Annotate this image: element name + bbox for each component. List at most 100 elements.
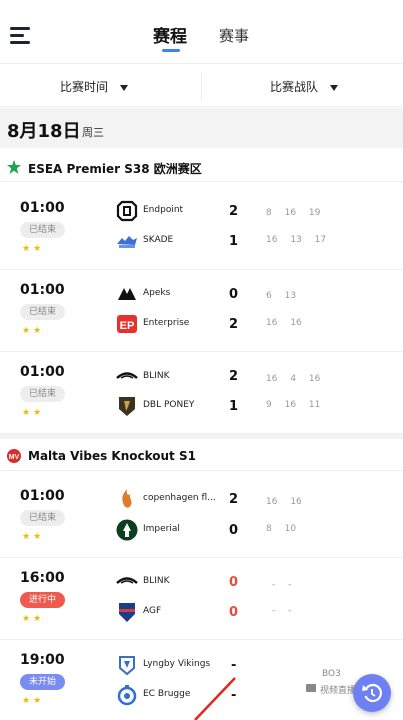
team-name: SKADE (143, 235, 174, 245)
map-scores: 8 10 (266, 524, 297, 534)
blink-logo-icon (116, 372, 138, 379)
star-rating: ★★ (22, 408, 45, 418)
match-time: 01:00 (20, 200, 65, 216)
menu-icon[interactable] (10, 25, 32, 45)
tab-schedule[interactable]: 赛程 (153, 22, 187, 47)
apeks-logo-icon (118, 288, 136, 300)
caret-down-icon (330, 84, 339, 91)
league-header[interactable]: ESEA Premier S38 欧洲赛区 (0, 152, 403, 182)
team-score: 2 (229, 317, 239, 332)
filter-divider (201, 72, 202, 100)
lyngby-vikings-logo-icon (119, 656, 135, 676)
refresh-button[interactable] (353, 674, 391, 712)
copenhagen-flames-logo-icon (122, 489, 132, 508)
status-badge: 已结束 (20, 510, 66, 526)
team-score: 0 (229, 605, 239, 620)
status-badge: 已结束 (20, 304, 66, 320)
star-rating: ★★ (22, 532, 45, 542)
filter-match-time-label: 比赛时间 (60, 80, 109, 94)
map-scores: 8 16 19 (266, 208, 321, 218)
team-score: 2 (229, 492, 239, 507)
match-row[interactable]: 01:00 已结束 ★★ copenhagen fl... Imperial 2… (0, 476, 403, 558)
video-icon (306, 684, 316, 692)
schedule-page: 赛程 赛事 比赛时间 比赛战队 8月18日 周三 ESEA Premier S3… (0, 0, 403, 720)
ec-brugge-logo-icon (117, 685, 137, 706)
team-name: AGF (143, 606, 162, 616)
star-rating: ★★ (22, 326, 45, 336)
match-time: 01:00 (20, 282, 65, 298)
team-name: Lyngby Vikings (143, 659, 211, 669)
weekday-label: 周三 (82, 126, 104, 139)
imperial-logo-icon (116, 519, 138, 541)
filter-match-time[interactable]: 比赛时间 (60, 78, 129, 95)
svg-text:EP: EP (120, 320, 135, 332)
map-scores: - - (272, 580, 292, 590)
status-badge: 已结束 (20, 386, 66, 402)
filter-bar: 比赛时间 比赛战队 (0, 63, 403, 107)
team-row: BLINK (116, 366, 246, 388)
map-scores: 16 4 16 (266, 374, 321, 384)
team-name: BLINK (143, 371, 170, 381)
refresh-icon (362, 683, 382, 703)
svg-text:MV: MV (9, 454, 20, 461)
team-row: SKADE (116, 230, 246, 252)
team-score: 2 (229, 369, 239, 384)
section-divider (0, 434, 403, 439)
team-score: 0 (229, 575, 239, 590)
league-name: ESEA Premier S38 欧洲赛区 (28, 162, 202, 176)
map-scores: 16 16 (266, 318, 302, 328)
team-row: Endpoint (116, 200, 246, 222)
match-time: 16:00 (20, 570, 65, 586)
team-score: 1 (229, 399, 239, 414)
filter-match-team[interactable]: 比赛战队 (270, 78, 339, 95)
team-row: DBL PONEY (116, 395, 246, 417)
map-scores: 6 13 (266, 291, 297, 301)
team-row: copenhagen fl... (116, 488, 246, 510)
team-row: AGF (116, 601, 246, 623)
filter-match-team-label: 比赛战队 (270, 80, 319, 94)
star-icon (7, 160, 21, 174)
star-rating: ★★ (22, 244, 45, 254)
tab-events[interactable]: 赛事 (219, 25, 249, 46)
active-tab-indicator (162, 49, 180, 52)
league-header[interactable]: MV Malta Vibes Knockout S1 (0, 441, 403, 471)
match-time: 19:00 (20, 652, 65, 668)
team-row: EP Enterprise (116, 313, 246, 335)
status-badge: 未开始 (20, 674, 66, 690)
match-row[interactable]: 01:00 已结束 ★★ Endpoint SKADE 2 1 8 16 19 … (0, 188, 403, 270)
team-row: Imperial (116, 519, 246, 541)
team-score: 1 (229, 234, 239, 249)
status-badge: 进行中 (20, 592, 66, 608)
agf-logo-icon (119, 603, 135, 622)
team-name: BLINK (143, 576, 170, 586)
skade-logo-icon (117, 236, 137, 248)
map-scores: - - (272, 606, 292, 616)
league-name: Malta Vibes Knockout S1 (28, 449, 196, 463)
caret-down-icon (120, 84, 129, 91)
match-row[interactable]: 01:00 已结束 ★★ Apeks EP Enterprise 0 2 6 1… (0, 270, 403, 352)
star-rating: ★★ (22, 696, 45, 706)
league-logo-icon: MV (7, 449, 21, 463)
match-row[interactable]: 01:00 已结束 ★★ BLINK DBL PONEY 2 1 16 4 16… (0, 352, 403, 434)
dbl-poney-logo-icon (119, 397, 135, 416)
team-score: 2 (229, 204, 239, 219)
enterprise-logo-icon: EP (117, 315, 137, 333)
top-bar: 赛程 赛事 (0, 0, 403, 62)
map-scores: 16 13 17 (266, 235, 327, 245)
video-live-link[interactable]: 视频直播 (320, 683, 356, 696)
team-row: Lyngby Vikings (116, 654, 246, 676)
map-scores: 9 16 11 (266, 400, 321, 410)
date-label: 8月18日 (7, 121, 81, 142)
team-row: BLINK (116, 571, 246, 593)
team-score: - (231, 658, 237, 673)
team-name: DBL PONEY (143, 400, 195, 410)
match-row[interactable]: 16:00 进行中 ★★ BLINK AGF 0 0 - - - - (0, 558, 403, 640)
match-time: 01:00 (20, 364, 65, 380)
team-name: Imperial (143, 524, 180, 534)
endpoint-logo-icon (116, 200, 138, 222)
team-score: 0 (229, 523, 239, 538)
team-name: Enterprise (143, 318, 190, 328)
match-time: 01:00 (20, 488, 65, 504)
date-header: 8月18日 周三 (0, 108, 403, 148)
star-rating: ★★ (22, 614, 45, 624)
